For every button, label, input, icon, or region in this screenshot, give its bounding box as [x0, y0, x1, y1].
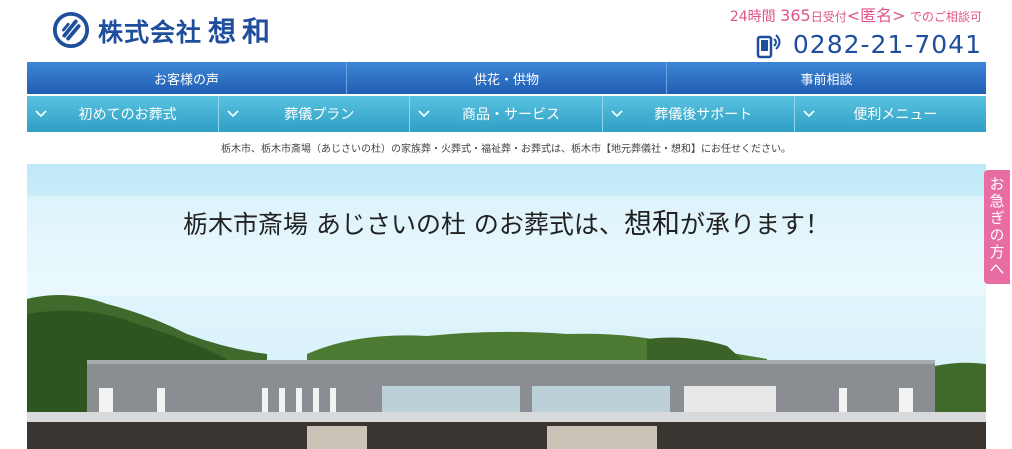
chevron-down-icon	[611, 110, 623, 118]
hero-banner: 栃木市斎場 あじさいの杜 のお葬式は、想和が承ります！	[27, 164, 986, 449]
chevron-down-icon	[418, 110, 430, 118]
logo-company: 株式会社	[98, 18, 203, 47]
nav-item-products[interactable]: 商品・サービス	[410, 96, 603, 132]
nav-label: 葬儀後サポート	[654, 107, 753, 123]
tagline-24h: 24時間	[729, 9, 776, 25]
phone-number[interactable]: 0282-21-7041	[793, 30, 982, 59]
logo-icon	[52, 11, 90, 49]
site-description: 栃木市、栃木市斎場（あじさいの杜）の家族葬・火葬式・福祉葬・お葬式は、栃木市【地…	[221, 144, 791, 155]
chevron-down-icon	[35, 110, 47, 118]
primary-nav: お客様の声 供花・供物 事前相談	[27, 62, 986, 94]
nav-item-customer-voice[interactable]: お客様の声	[27, 62, 347, 94]
urgent-side-tab-label: お急ぎの方へ	[987, 176, 1006, 278]
nav-label: 便利メニュー	[853, 107, 938, 123]
tagline-anonymous: <匿名>	[846, 6, 906, 25]
site-logo[interactable]: 株式会社 想和	[52, 8, 276, 52]
tagline-consult: でのご相談可	[909, 10, 982, 24]
nav-item-plans[interactable]: 葬儀プラン	[219, 96, 411, 132]
logo-brand: 想和	[208, 15, 277, 48]
nav-label: 葬儀プラン	[284, 107, 355, 123]
chevron-down-icon	[803, 110, 815, 118]
logo-text: 株式会社 想和	[98, 10, 276, 50]
nav-item-first-funeral[interactable]: 初めてのお葬式	[27, 96, 220, 132]
nav-item-offerings[interactable]: 供花・供物	[347, 62, 667, 94]
nav-item-menu[interactable]: 便利メニュー	[795, 96, 986, 132]
tagline-365: 365	[780, 6, 811, 25]
phone-icon	[756, 33, 781, 58]
site-header: 株式会社 想和 24時間 365日受付<匿名> でのご相談可 0282-21-70…	[0, 0, 1012, 62]
chevron-down-icon	[227, 110, 239, 118]
contact-tagline: 24時間 365日受付<匿名> でのご相談可	[730, 6, 982, 27]
contact-info: 24時間 365日受付<匿名> でのご相談可 0282-21-7041	[730, 6, 982, 59]
urgent-side-tab[interactable]: お急ぎの方へ	[984, 170, 1010, 284]
hero-photo-building	[27, 295, 986, 449]
nav-item-after-support[interactable]: 葬儀後サポート	[603, 96, 795, 132]
nav-label: 初めてのお葬式	[78, 107, 177, 123]
nav-label: 商品・サービス	[462, 107, 560, 123]
nav-item-consultation[interactable]: 事前相談	[667, 62, 986, 94]
secondary-nav: 初めてのお葬式 葬儀プラン 商品・サービス 葬儀後サポート 便利メニュー	[27, 96, 986, 132]
phone-link[interactable]: 0282-21-7041	[730, 30, 982, 59]
tagline-days: 日受付	[810, 10, 847, 24]
